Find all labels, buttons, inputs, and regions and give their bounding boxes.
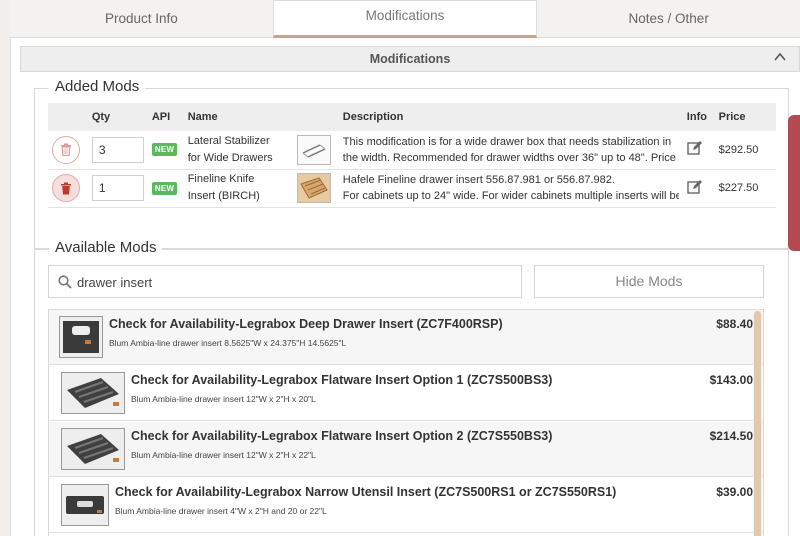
section-header[interactable]: Modifications bbox=[20, 46, 800, 72]
col-name: Name bbox=[183, 103, 293, 131]
delete-mod-button[interactable] bbox=[52, 135, 80, 164]
mod-description: Hafele Fineline drawer insert 556.87.981… bbox=[342, 174, 679, 202]
mod-price: $88.40 bbox=[716, 317, 753, 331]
list-item[interactable]: Check for Availability-Legrabox Flatware… bbox=[49, 422, 763, 477]
scroll-thumb[interactable] bbox=[754, 311, 761, 536]
added-mods-fieldset: Added Mods Qty API Name Description Info… bbox=[34, 78, 789, 249]
mod-name-line2: Insert (BIRCH) bbox=[187, 190, 260, 202]
mod-price: $214.50 bbox=[709, 429, 753, 443]
search-icon bbox=[58, 275, 72, 289]
tab-product-info[interactable]: Product Info bbox=[10, 0, 273, 38]
search-box[interactable] bbox=[48, 265, 522, 298]
tab-modifications[interactable]: Modifications bbox=[272, 0, 538, 38]
mod-thumbnail bbox=[61, 372, 125, 414]
results-scrollbar[interactable] bbox=[753, 309, 762, 536]
mod-price: $143.00 bbox=[709, 373, 753, 387]
mod-title: Check for Availability-Legrabox Deep Dra… bbox=[109, 317, 503, 331]
hide-mods-button[interactable]: Hide Mods bbox=[534, 265, 764, 298]
qty-input[interactable] bbox=[91, 136, 144, 163]
available-mods-fieldset: Available Mods Hide Mods Check for Avail… bbox=[34, 239, 789, 536]
mod-title: Check for Availability-Legrabox Narrow U… bbox=[115, 485, 617, 499]
mod-title: Check for Availability-Legrabox Flatware… bbox=[131, 429, 553, 443]
chevron-up-icon[interactable] bbox=[773, 50, 787, 64]
api-badge: NEW bbox=[151, 181, 178, 195]
mod-subtitle: Blum Ambia-line drawer insert 12"W x 2"H… bbox=[131, 394, 316, 404]
table-header-row: Qty API Name Description Info Price bbox=[48, 103, 776, 131]
available-mods-legend: Available Mods bbox=[49, 239, 163, 256]
edit-icon[interactable] bbox=[687, 140, 703, 156]
mod-name-line1: Lateral Stabilizer bbox=[187, 134, 270, 147]
mod-subtitle: Blum Ambia-line drawer insert 12"W x 2"H… bbox=[131, 450, 316, 460]
table-row: NEW Lateral Stabilizer for Wide Drawers … bbox=[48, 131, 776, 170]
trash-icon bbox=[61, 143, 71, 157]
list-item[interactable]: Check for Availability-Legrabox Flatware… bbox=[49, 366, 763, 421]
mod-thumbnail bbox=[296, 173, 331, 203]
col-qty: Qty bbox=[87, 103, 148, 131]
mod-thumbnail bbox=[61, 484, 109, 526]
col-description: Description bbox=[338, 103, 683, 131]
mod-title: Check for Availability-Legrabox Flatware… bbox=[131, 373, 553, 387]
col-price: Price bbox=[714, 103, 776, 131]
mod-price: $292.50 bbox=[714, 131, 776, 170]
mod-name-line2: for Wide Drawers bbox=[187, 151, 273, 164]
mod-price: $227.50 bbox=[714, 169, 776, 208]
list-item[interactable]: Check for Availability-Legrabox Deep Dra… bbox=[49, 310, 763, 365]
tab-bar: Product Info Modifications Notes / Other bbox=[10, 0, 800, 38]
mod-thumbnail bbox=[296, 134, 331, 165]
mod-thumbnail bbox=[59, 316, 103, 358]
modifications-panel: Modifications Added Mods Qty API Name De… bbox=[10, 38, 800, 536]
mod-description: This modification is for a wide drawer b… bbox=[342, 135, 676, 164]
search-input[interactable] bbox=[77, 272, 507, 292]
col-api: API bbox=[147, 103, 184, 131]
added-mods-table: Qty API Name Description Info Price 3 NE… bbox=[48, 103, 776, 208]
mod-subtitle: Blum Ambia-line drawer insert 8.5625"W x… bbox=[109, 338, 347, 348]
mod-subtitle: Blum Ambia-line drawer insert 4"W x 2"H … bbox=[115, 506, 327, 516]
table-row: NEW Fineline Knife Insert (BIRCH) bbox=[48, 169, 776, 208]
trash-icon bbox=[61, 182, 71, 194]
tab-notes-other[interactable]: Notes / Other bbox=[537, 0, 800, 38]
col-info: Info bbox=[682, 103, 715, 131]
mod-price: $39.00 bbox=[716, 485, 753, 499]
available-mods-list: Check for Availability-Legrabox Deep Dra… bbox=[48, 309, 764, 536]
mod-name-line1: Fineline Knife bbox=[187, 173, 255, 185]
edit-icon[interactable] bbox=[687, 179, 703, 195]
section-title: Modifications bbox=[369, 52, 451, 66]
qty-input[interactable] bbox=[91, 175, 144, 201]
side-feedback-tab[interactable] bbox=[788, 115, 800, 251]
api-badge: NEW bbox=[151, 143, 178, 157]
added-mods-legend: Added Mods bbox=[49, 78, 146, 95]
mod-thumbnail bbox=[61, 428, 125, 470]
list-item[interactable]: Check for Availability-Legrabox Narrow U… bbox=[49, 478, 763, 533]
delete-mod-button[interactable] bbox=[52, 174, 80, 202]
